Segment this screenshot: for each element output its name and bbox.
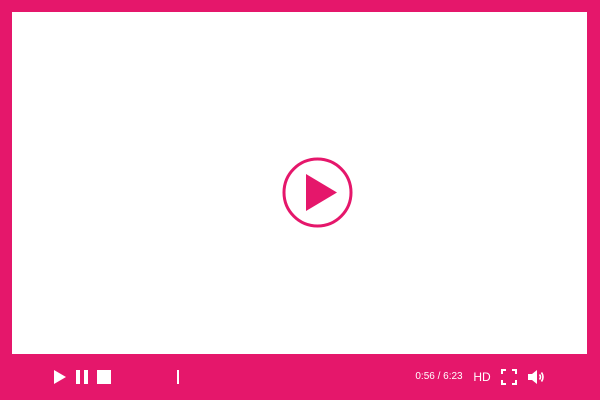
play-button[interactable] xyxy=(53,370,67,384)
fullscreen-button[interactable] xyxy=(501,369,517,385)
play-circle-icon xyxy=(282,157,353,228)
video-screen[interactable] xyxy=(12,12,587,354)
volume-icon xyxy=(528,370,544,384)
time-display: 0:56 / 6:23 xyxy=(415,371,463,382)
pause-button[interactable] xyxy=(75,370,89,384)
video-player: 0:56 / 6:23 HD xyxy=(0,0,600,400)
pause-icon xyxy=(76,370,88,384)
fullscreen-icon xyxy=(501,369,517,385)
volume-button[interactable] xyxy=(527,368,545,386)
stop-icon xyxy=(97,370,111,384)
play-icon xyxy=(54,370,66,384)
center-play-button[interactable] xyxy=(282,157,354,229)
stop-button[interactable] xyxy=(97,370,111,384)
control-bar: 0:56 / 6:23 HD xyxy=(0,354,600,400)
progress-handle[interactable] xyxy=(177,370,180,384)
hd-button[interactable]: HD xyxy=(470,369,494,385)
progress-bar[interactable] xyxy=(140,370,400,384)
